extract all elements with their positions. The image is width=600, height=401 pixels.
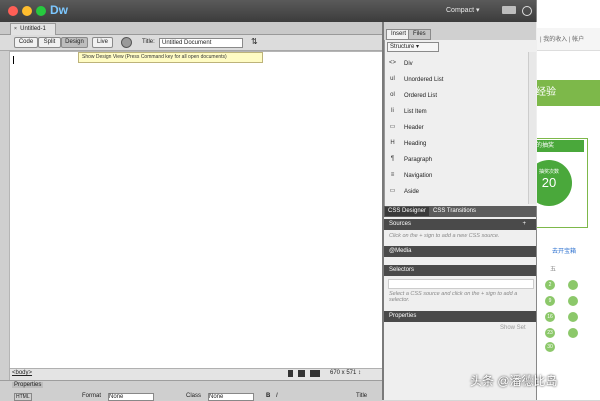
unordered-list-icon: ul <box>390 76 395 82</box>
tooltip: Show Design View (Press Command key for … <box>78 52 263 63</box>
workspace-label: Compact <box>446 7 475 14</box>
app-logo: Dw <box>50 3 68 17</box>
paragraph-icon: ¶ <box>390 156 395 162</box>
tag-selector[interactable]: <body> <box>12 370 32 376</box>
class-label: Class <box>186 393 202 399</box>
insert-item-header[interactable]: ▭ Header <box>386 121 526 135</box>
bold-button[interactable]: B <box>266 393 270 399</box>
div-icon: <> <box>388 60 396 66</box>
heading-icon: H <box>390 140 395 146</box>
sources-title: Sources <box>389 221 412 227</box>
insert-item-label: Aside <box>404 189 420 195</box>
document-tab-label: Untitled-1 <box>20 26 46 32</box>
ordered-list-icon: ol <box>390 92 395 98</box>
calendar-day[interactable]: 23 <box>545 328 555 338</box>
properties-section-header[interactable]: Properties <box>384 311 536 322</box>
calendar-day[interactable]: 16 <box>545 312 555 322</box>
lottery-box-title: 的抽奖 <box>536 140 584 152</box>
aside-icon: ▭ <box>389 188 396 194</box>
window-size-readout[interactable]: 670 x 571 ↕ <box>330 370 361 376</box>
show-set-checkbox[interactable]: Show Set <box>500 325 526 331</box>
calendar-day-dot[interactable] <box>568 328 578 338</box>
list-item-icon: li <box>391 108 394 114</box>
selector-filter-input[interactable] <box>388 279 534 289</box>
document-tab-bar <box>0 22 382 35</box>
open-box-link[interactable]: 去开宝箱 <box>552 246 576 255</box>
format-label: Format <box>82 393 102 399</box>
close-window-button[interactable] <box>8 6 18 16</box>
tab-files[interactable]: Files <box>408 29 431 40</box>
insert-item-label: Navigation <box>404 173 433 179</box>
insert-item-label: Header <box>404 125 424 131</box>
file-management-icon[interactable]: ⇅ <box>251 37 258 46</box>
tab-css-transitions[interactable]: CSS Transitions <box>430 207 479 216</box>
media-title: @Media <box>389 248 412 254</box>
calendar-day[interactable]: 9 <box>545 296 555 306</box>
insert-item-div[interactable]: <> Div <box>386 57 526 71</box>
help-icon[interactable] <box>522 6 532 16</box>
watermark: 头条 @潘德比岛 <box>470 374 558 388</box>
background-top-links[interactable]: | 我的收入 | 帐户 <box>540 34 584 43</box>
calendar-day-dot[interactable] <box>568 280 578 290</box>
insert-panel-scrollbar[interactable] <box>528 52 536 204</box>
insert-item-label: Unordered List <box>404 77 444 83</box>
css-properties-title: Properties <box>389 313 417 319</box>
insert-item-navigation[interactable]: ≡ Navigation <box>386 169 526 183</box>
selectors-title: Selectors <box>389 267 415 273</box>
calendar-day[interactable]: 2 <box>545 280 555 290</box>
insert-item-paragraph[interactable]: ¶ Paragraph <box>386 153 526 167</box>
insert-item-label: Paragraph <box>404 157 433 163</box>
category-label: Structure <box>390 44 415 50</box>
insert-item-heading[interactable]: H Heading <box>386 137 526 151</box>
document-title-input[interactable]: Untitled Document <box>159 38 243 48</box>
mobile-size-icon[interactable] <box>288 370 293 377</box>
live-view-button[interactable]: Live <box>92 37 113 48</box>
italic-button[interactable]: I <box>276 393 278 399</box>
calendar-day-dot[interactable] <box>568 296 578 306</box>
insert-item-label: Div <box>404 61 413 67</box>
background-green-banner: 经验 <box>536 80 600 106</box>
calendar-day-dot[interactable] <box>568 312 578 322</box>
sources-section-header[interactable]: Sources + <box>384 219 536 230</box>
minimize-window-button[interactable] <box>22 6 32 16</box>
navigation-icon: ≡ <box>390 172 395 178</box>
selectors-section-header[interactable]: Selectors <box>384 265 536 276</box>
preview-browser-icon[interactable] <box>121 37 132 48</box>
header-icon: ▭ <box>389 124 396 130</box>
insert-item-aside[interactable]: ▭ Aside <box>386 185 526 199</box>
calendar-day-label: 五 <box>550 267 557 273</box>
title-prop-label: Title <box>356 393 368 399</box>
workspace-switcher[interactable]: Compact ▾ <box>446 6 479 14</box>
close-tab-icon[interactable]: × <box>14 26 17 32</box>
sync-settings-icon[interactable] <box>502 6 516 14</box>
desktop-size-icon[interactable] <box>310 370 320 377</box>
tab-css-designer[interactable]: CSS Designer <box>385 207 430 216</box>
insert-category-select[interactable]: Structure ▾ <box>387 42 439 52</box>
add-source-icon[interactable]: + <box>522 219 526 230</box>
background-page-topbar: | 我的收入 | 帐户 <box>536 28 600 51</box>
media-section-header[interactable]: @Media <box>384 246 536 257</box>
insert-item-unordered-list[interactable]: ul Unordered List <box>386 73 526 87</box>
split-view-button[interactable]: Split <box>38 37 61 48</box>
tablet-size-icon[interactable] <box>298 370 305 377</box>
insert-item-ordered-list[interactable]: ol Ordered List <box>386 89 526 103</box>
zoom-window-button[interactable] <box>36 6 46 16</box>
code-view-button[interactable]: Code <box>14 37 38 48</box>
insert-item-label: List Item <box>404 109 427 115</box>
text-cursor <box>13 56 14 64</box>
design-view-canvas[interactable] <box>9 51 384 369</box>
banner-text: 经验 <box>536 87 556 98</box>
lottery-title-text: 的抽奖 <box>536 143 555 149</box>
insert-item-list-item[interactable]: li List Item <box>386 105 526 119</box>
insert-item-label: Ordered List <box>404 93 438 99</box>
design-view-button[interactable]: Design <box>61 37 88 48</box>
sources-hint: Click on the + sign to add a new CSS sou… <box>384 231 536 244</box>
calendar-day[interactable]: 30 <box>545 342 555 352</box>
title-label: Title: <box>142 39 155 45</box>
insert-item-label: Heading <box>404 141 427 147</box>
properties-title: Properties <box>12 382 44 388</box>
selectors-hint: Select a CSS source and click on the + s… <box>384 289 536 309</box>
